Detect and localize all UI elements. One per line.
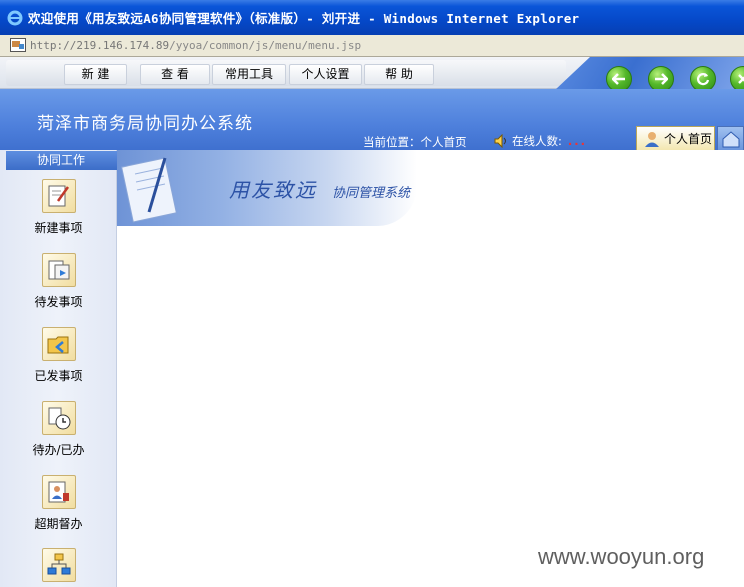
menu-tools[interactable]: 常用工具: [212, 64, 286, 85]
sidebar-item-pending-send[interactable]: 待发事项: [0, 253, 117, 310]
sidebar-item-sent[interactable]: 已发事项: [0, 327, 117, 384]
sent-items-icon: [41, 327, 76, 361]
window-title: 欢迎使用《用友致远A6协同管理软件》（标准版）- 刘开进 - Windows I…: [28, 11, 580, 26]
address-url[interactable]: http://219.146.174.89/yyoa/common/js/men…: [30, 39, 361, 52]
todo-done-icon: [41, 401, 76, 435]
address-path: /yyoa/common/js/menu/menu.jsp: [169, 39, 362, 52]
menu-view[interactable]: 查 看: [140, 64, 210, 85]
tab-personal-home-label: 个人首页: [664, 132, 713, 146]
sidebar-item-todo-done[interactable]: 待办/已办: [0, 401, 117, 458]
sidebar-item-label: 待办/已办: [32, 443, 85, 457]
sidebar-title: 协同工作: [6, 151, 117, 170]
online-label: 在线人数:: [512, 134, 562, 148]
workflow-icon: [41, 548, 76, 582]
overdue-supervise-icon: [41, 475, 76, 509]
brand-subtitle: 协同管理系统: [332, 186, 411, 201]
sidebar-item-label: 已发事项: [34, 369, 83, 383]
menu-new[interactable]: 新 建: [64, 64, 127, 85]
house-icon: [722, 131, 740, 148]
brand-name: 用友致远: [229, 178, 317, 202]
ie-logo-icon: [6, 9, 24, 27]
menu-help[interactable]: 帮 助: [364, 64, 434, 85]
header-banner: 菏泽市商务局协同办公系统 当前位置：个人首页 在线人数: ...: [0, 89, 744, 150]
page-icon: [10, 37, 26, 54]
sidebar-item-label: 超期督办: [34, 517, 83, 531]
online-count: 在线人数: ...: [494, 133, 587, 149]
user-icon: [643, 131, 661, 147]
address-host: http://219.146.174.89: [30, 39, 170, 52]
current-location: 当前位置：个人首页: [363, 135, 467, 149]
online-value: ...: [567, 134, 587, 148]
sidebar-item-label: 待发事项: [34, 295, 83, 309]
new-item-icon: [41, 179, 76, 213]
sidebar-item-label: 新建事项: [34, 221, 83, 235]
tab-personal-home[interactable]: 个人首页: [636, 126, 715, 150]
menu-personal-settings[interactable]: 个人设置: [289, 64, 362, 85]
sidebar-item-new[interactable]: 新建事项: [0, 179, 117, 236]
org-name: 菏泽市商务局协同办公系统: [37, 114, 253, 134]
pending-send-icon: [41, 253, 76, 287]
sidebar-item-overdue[interactable]: 超期督办: [0, 475, 117, 532]
tab-secondary[interactable]: [717, 126, 744, 150]
address-bar[interactable]: http://219.146.174.89/yyoa/common/js/men…: [0, 35, 744, 57]
window-titlebar: 欢迎使用《用友致远A6协同管理软件》（标准版）- 刘开进 - Windows I…: [0, 0, 744, 35]
speaker-icon: [494, 134, 510, 148]
watermark: www.wooyun.org: [538, 544, 705, 569]
document-pen-icon: [121, 157, 177, 223]
sidebar-item-workflow[interactable]: [0, 548, 117, 582]
menu-strip: 新 建 查 看 常用工具 个人设置 帮 助: [6, 60, 566, 86]
